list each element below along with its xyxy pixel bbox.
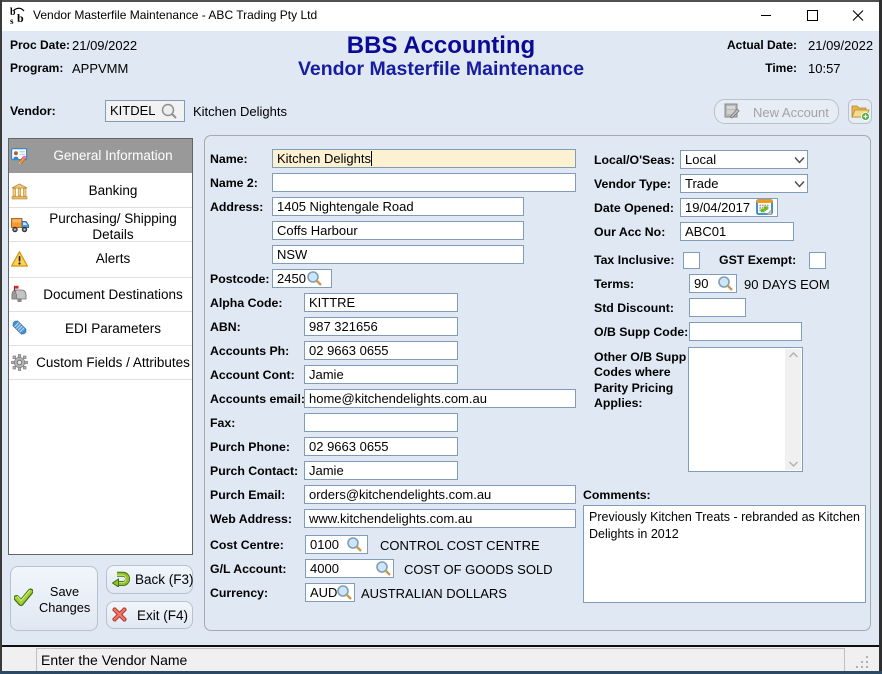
- svg-text:b: b: [17, 11, 24, 25]
- svg-text:s: s: [10, 16, 14, 25]
